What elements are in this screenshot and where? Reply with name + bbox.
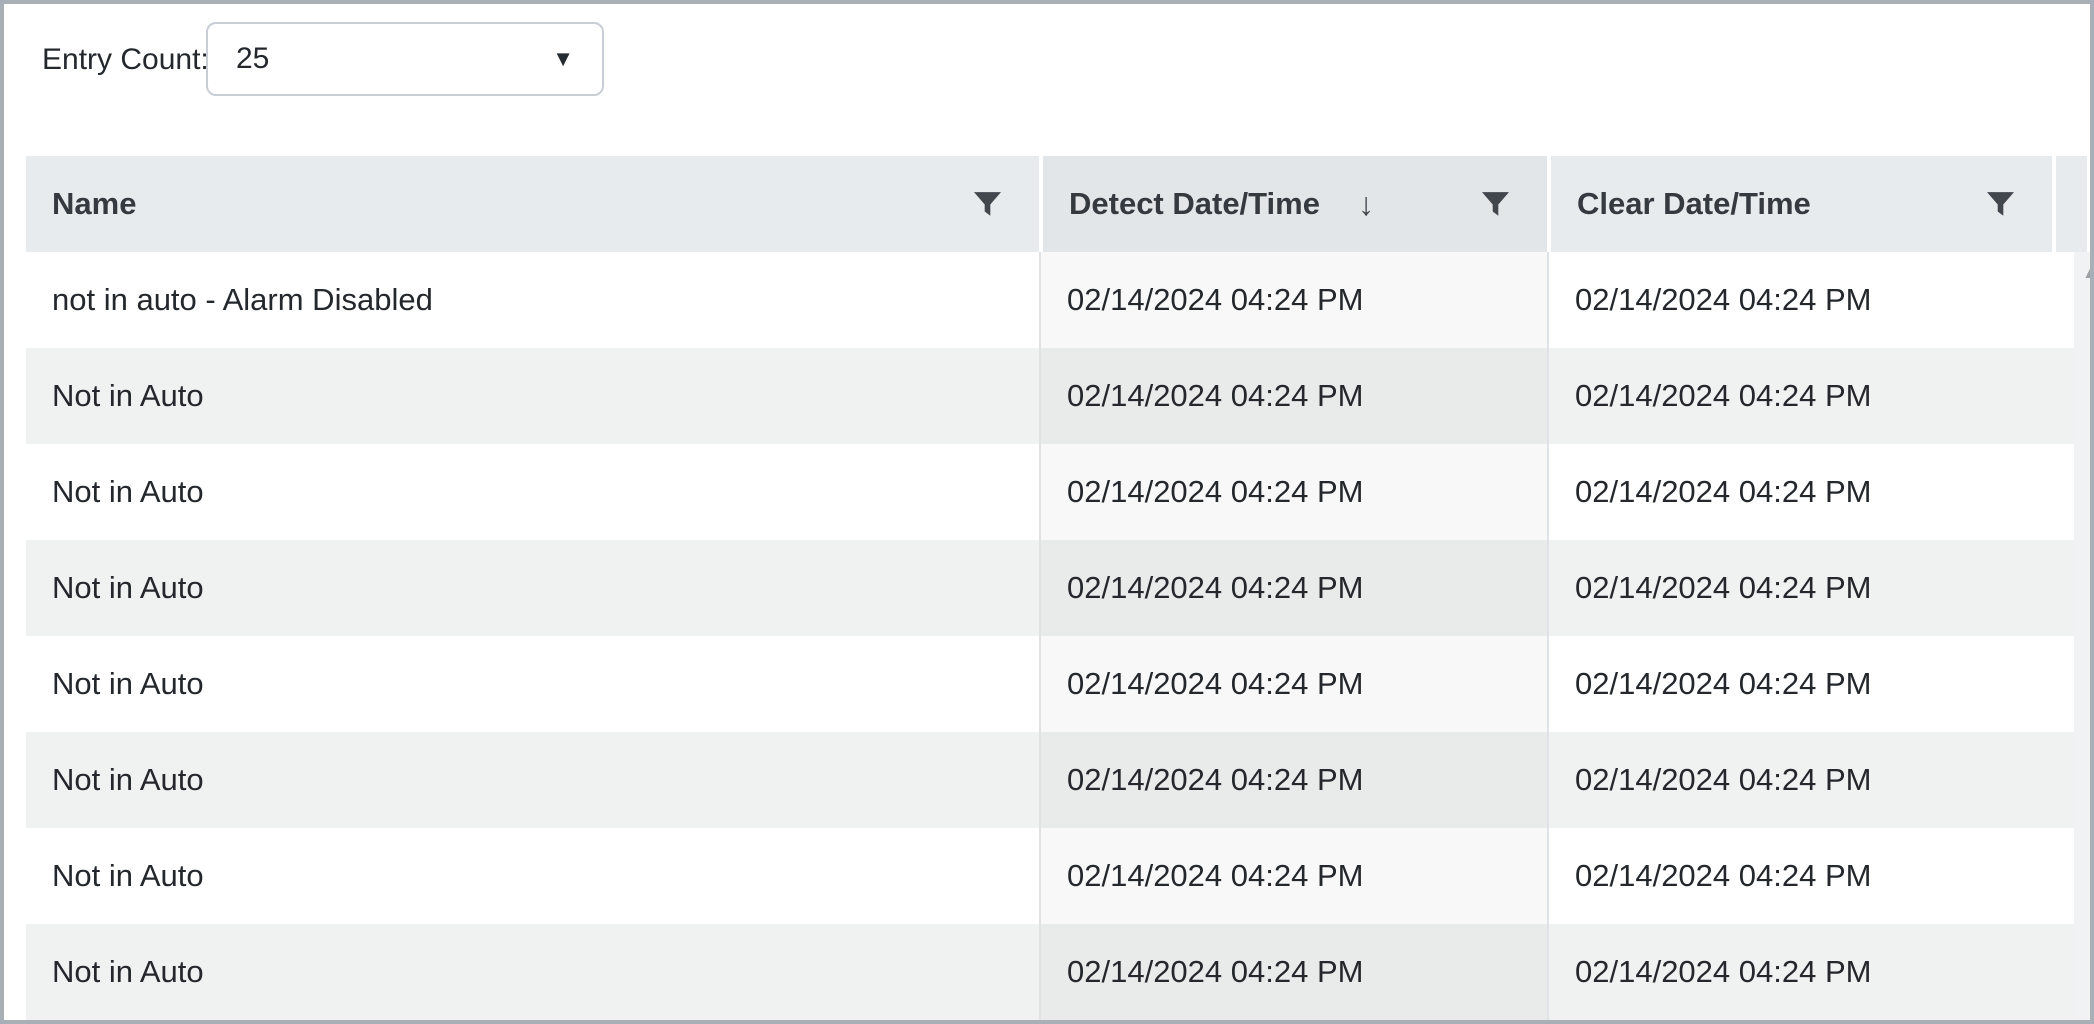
- column-header-label: Clear Date/Time: [1577, 186, 1811, 222]
- cell-clear: 02/14/2024 04:24 PM: [1547, 252, 2052, 348]
- cell-name: Not in Auto: [26, 348, 1039, 444]
- table-row[interactable]: Not in Auto02/14/2024 04:24 PM02/14/2024…: [26, 828, 2087, 924]
- table-row[interactable]: Not in Auto02/14/2024 04:24 PM02/14/2024…: [26, 732, 2087, 828]
- filter-icon[interactable]: [1482, 191, 1509, 218]
- table-row[interactable]: Not in Auto02/14/2024 04:24 PM02/14/2024…: [26, 636, 2087, 732]
- cell-clear: 02/14/2024 04:24 PM: [1547, 636, 2052, 732]
- cell-detect: 02/14/2024 04:24 PM: [1039, 444, 1547, 540]
- cell-detect: 02/14/2024 04:24 PM: [1039, 828, 1547, 924]
- cell-clear: 02/14/2024 04:24 PM: [1547, 732, 2052, 828]
- scrollbar-up-arrow-icon[interactable]: ▲: [2074, 260, 2094, 284]
- cell-detect: 02/14/2024 04:24 PM: [1039, 924, 1547, 1020]
- cell-name: Not in Auto: [26, 828, 1039, 924]
- entry-count-label: Entry Count:: [42, 43, 209, 77]
- table-row[interactable]: Not in Auto02/14/2024 04:24 PM02/14/2024…: [26, 540, 2087, 636]
- column-header-label: Detect Date/Time: [1069, 186, 1320, 222]
- sort-descending-icon: ↓: [1358, 188, 1374, 220]
- table-header-row: Name Detect Date/Time ↓ Clear Date/Time: [26, 156, 2087, 252]
- cell-clear: 02/14/2024 04:24 PM: [1547, 828, 2052, 924]
- entry-count-dropdown[interactable]: 25 ▼: [206, 22, 604, 96]
- alarm-table: Name Detect Date/Time ↓ Clear Date/Time: [26, 156, 2087, 1020]
- chevron-down-icon: ▼: [552, 48, 574, 70]
- entry-count-selected-value: 25: [236, 42, 269, 76]
- filter-icon[interactable]: [1987, 191, 2014, 218]
- table-row[interactable]: Not in Auto02/14/2024 04:24 PM02/14/2024…: [26, 444, 2087, 540]
- table-body: not in auto - Alarm Disabled02/14/2024 0…: [26, 252, 2087, 1020]
- cell-name: Not in Auto: [26, 924, 1039, 1020]
- cell-name: not in auto - Alarm Disabled: [26, 252, 1039, 348]
- table-row[interactable]: Not in Auto02/14/2024 04:24 PM02/14/2024…: [26, 924, 2087, 1020]
- cell-clear: 02/14/2024 04:24 PM: [1547, 348, 2052, 444]
- cell-clear: 02/14/2024 04:24 PM: [1547, 540, 2052, 636]
- cell-detect: 02/14/2024 04:24 PM: [1039, 732, 1547, 828]
- cell-name: Not in Auto: [26, 636, 1039, 732]
- cell-name: Not in Auto: [26, 444, 1039, 540]
- column-header-clear-datetime[interactable]: Clear Date/Time: [1547, 156, 2052, 252]
- filter-icon[interactable]: [974, 191, 1001, 218]
- column-header-detect-datetime[interactable]: Detect Date/Time ↓: [1039, 156, 1547, 252]
- cell-clear: 02/14/2024 04:24 PM: [1547, 924, 2052, 1020]
- vertical-scrollbar[interactable]: ▲: [2074, 252, 2094, 1024]
- cell-name: Not in Auto: [26, 732, 1039, 828]
- table-row[interactable]: not in auto - Alarm Disabled02/14/2024 0…: [26, 252, 2087, 348]
- cell-detect: 02/14/2024 04:24 PM: [1039, 348, 1547, 444]
- cell-name: Not in Auto: [26, 540, 1039, 636]
- column-header-label: Name: [52, 186, 136, 222]
- alarm-log-viewport: Entry Count: 25 ▼ Name Detect Date/Time …: [0, 0, 2094, 1024]
- column-header-name[interactable]: Name: [26, 156, 1039, 252]
- cell-detect: 02/14/2024 04:24 PM: [1039, 252, 1547, 348]
- cell-detect: 02/14/2024 04:24 PM: [1039, 636, 1547, 732]
- header-scrollbar-spacer: [2052, 156, 2087, 252]
- cell-detect: 02/14/2024 04:24 PM: [1039, 540, 1547, 636]
- cell-clear: 02/14/2024 04:24 PM: [1547, 444, 2052, 540]
- table-row[interactable]: Not in Auto02/14/2024 04:24 PM02/14/2024…: [26, 348, 2087, 444]
